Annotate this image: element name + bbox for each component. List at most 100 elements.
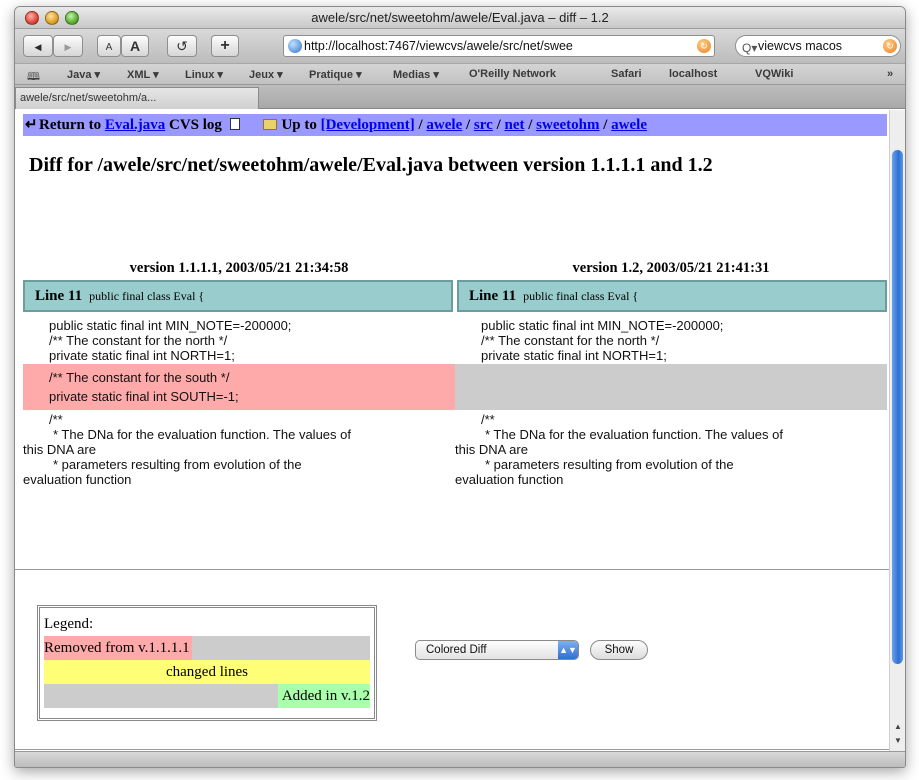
plus-icon: + — [220, 37, 230, 54]
right-version-header: version 1.2, 2003/05/21 21:41:31 — [455, 256, 887, 280]
code-line: private static final int NORTH=1; — [49, 348, 235, 363]
code-line: /** The constant for the north */ — [49, 333, 228, 348]
bookmark-jeux[interactable]: Jeux ▾ — [249, 68, 283, 81]
diff-format-select[interactable]: Colored Diff ▲▼ — [415, 640, 579, 660]
search-text: viewcvs macos — [758, 39, 843, 53]
snapback-icon[interactable]: ↻ — [697, 39, 711, 53]
navigation-bar: ↵Return to Eval.java CVS log Up to [Deve… — [23, 114, 887, 136]
page-content: ↵Return to Eval.java CVS log Up to [Deve… — [15, 110, 891, 753]
scroll-down-icon[interactable]: ▼ — [894, 736, 902, 745]
legend-added: Added in v.1.2 — [277, 684, 370, 708]
select-arrows-icon: ▲▼ — [558, 641, 578, 659]
code-line: evaluation function — [23, 472, 132, 487]
code-line: * parameters resulting from evolution of… — [53, 457, 302, 472]
bookmark-xml[interactable]: XML ▾ — [127, 68, 159, 81]
scrollbar-thumb[interactable] — [892, 150, 903, 664]
back-button[interactable]: ◀ — [23, 35, 53, 57]
reload-button[interactable]: ↺ — [167, 35, 197, 57]
legend-changed: changed lines — [44, 660, 370, 684]
search-snapback-icon[interactable]: ↻ — [883, 39, 897, 53]
search-icon: Q▾ — [742, 41, 758, 55]
text-larger-label: A — [129, 38, 141, 54]
return-arrow-icon: ↵ — [25, 117, 38, 133]
code-line: this DNA are — [455, 442, 528, 457]
return-suffix: CVS log — [165, 117, 222, 133]
text-larger-button[interactable]: A — [121, 35, 149, 57]
text-smaller-label: A — [105, 42, 113, 53]
right-common-block-top: public static final int MIN_NOTE=-200000… — [455, 318, 887, 363]
empty-placeholder-block — [455, 364, 887, 410]
legend-added-row: Added in v.1.2 — [44, 684, 370, 708]
search-field[interactable]: Q▾ viewcvs macos ↻ — [735, 35, 901, 57]
code-line: /** The constant for the north */ — [481, 333, 660, 348]
code-line: * The DNa for the evaluation function. T… — [53, 427, 351, 442]
bookmark-vqwiki[interactable]: VQWiki — [755, 68, 793, 80]
back-arrow-icon: ◀ — [34, 42, 42, 52]
left-line-context: public final class Eval { — [89, 289, 205, 303]
tab-diff[interactable]: awele/src/net/sweetohm/a... — [15, 87, 259, 109]
path-link-net[interactable]: net — [504, 117, 524, 133]
legend-removed-row: Removed from v.1.1.1.1 — [44, 636, 370, 660]
removed-lines-block: /** The constant for the south */ privat… — [23, 364, 455, 410]
folder-icon — [263, 119, 278, 130]
window-title: awele/src/net/sweetohm/awele/Eval.java –… — [311, 10, 609, 25]
code-line: public static final int MIN_NOTE=-200000… — [49, 318, 292, 333]
add-bookmark-button[interactable]: + — [211, 35, 239, 57]
right-line-label: Line 11 — [469, 288, 517, 304]
bookmark-pratique[interactable]: Pratique ▾ — [309, 68, 362, 81]
right-common-block-bottom: /** * The DNa for the evaluation functio… — [455, 412, 887, 487]
bookmark-oreilly[interactable]: O'Reilly Network — [469, 68, 556, 80]
code-line: * The DNa for the evaluation function. T… — [485, 427, 783, 442]
legend-removed: Removed from v.1.1.1.1 — [44, 636, 192, 660]
bookmarks-overflow-icon[interactable]: » — [887, 68, 893, 80]
code-line: private static final int NORTH=1; — [481, 348, 667, 363]
bookmark-medias[interactable]: Medias ▾ — [393, 68, 439, 81]
code-line: * parameters resulting from evolution of… — [485, 457, 734, 472]
bookmark-localhost[interactable]: localhost — [669, 68, 717, 80]
tab-bar: awele/src/net/sweetohm/a... — [15, 85, 905, 109]
page-title: Diff for /awele/src/net/sweetohm/awele/E… — [29, 154, 713, 176]
right-line-header: Line 11 public final class Eval { — [457, 280, 887, 312]
legend-box: Legend: Removed from v.1.1.1.1 changed l… — [37, 605, 377, 721]
url-text: http://localhost:7467/viewcvs/awele/src/… — [304, 39, 573, 53]
left-line-label: Line 11 — [35, 288, 83, 304]
show-button[interactable]: Show — [590, 640, 648, 660]
development-link[interactable]: [Development] — [321, 117, 415, 133]
bookmark-safari[interactable]: Safari — [611, 68, 642, 80]
bookmark-java[interactable]: Java ▾ — [67, 68, 100, 81]
left-common-block-bottom: /** * The DNa for the evaluation functio… — [23, 412, 455, 487]
forward-button[interactable]: ▶ — [53, 35, 83, 57]
code-line: /** The constant for the south */ — [49, 370, 230, 385]
code-line: public static final int MIN_NOTE=-200000… — [481, 318, 724, 333]
reload-icon: ↺ — [176, 38, 188, 54]
code-line: this DNA are — [23, 442, 96, 457]
status-bar — [15, 751, 905, 767]
return-prefix: Return to — [39, 117, 105, 133]
code-line: /** — [481, 412, 495, 427]
text-smaller-button[interactable]: A — [97, 35, 121, 57]
vertical-scrollbar[interactable]: ▲ ▼ — [889, 110, 905, 753]
cvs-log-link[interactable]: Eval.java — [105, 117, 165, 133]
toolbar: ◀ ▶ A A ↺ + http://localhost:7467/viewcv… — [15, 29, 905, 63]
left-common-block-top: public static final int MIN_NOTE=-200000… — [23, 318, 455, 363]
code-line: /** — [49, 412, 63, 427]
divider-bottom — [15, 749, 891, 750]
diff-format-value: Colored Diff — [426, 644, 487, 656]
code-line: evaluation function — [455, 472, 564, 487]
bookmarks-bar: 🕮 Java ▾ XML ▾ Linux ▾ Jeux ▾ Pratique ▾… — [15, 63, 905, 85]
path-link-awele-2[interactable]: awele — [611, 117, 647, 133]
title-bar: awele/src/net/sweetohm/awele/Eval.java –… — [15, 7, 905, 29]
right-line-context: public final class Eval { — [523, 289, 639, 303]
up-prefix: Up to — [281, 117, 321, 133]
browser-window: awele/src/net/sweetohm/awele/Eval.java –… — [14, 6, 906, 768]
divider — [15, 569, 891, 570]
path-link-awele[interactable]: awele — [426, 117, 462, 133]
left-line-header: Line 11 public final class Eval { — [23, 280, 453, 312]
bookmark-linux[interactable]: Linux ▾ — [185, 68, 223, 81]
left-version-header: version 1.1.1.1, 2003/05/21 21:34:58 — [23, 256, 455, 280]
scroll-up-icon[interactable]: ▲ — [894, 722, 902, 731]
globe-icon — [288, 39, 302, 53]
path-link-sweetohm[interactable]: sweetohm — [536, 117, 599, 133]
address-bar[interactable]: http://localhost:7467/viewcvs/awele/src/… — [283, 35, 715, 57]
path-link-src[interactable]: src — [474, 117, 493, 133]
